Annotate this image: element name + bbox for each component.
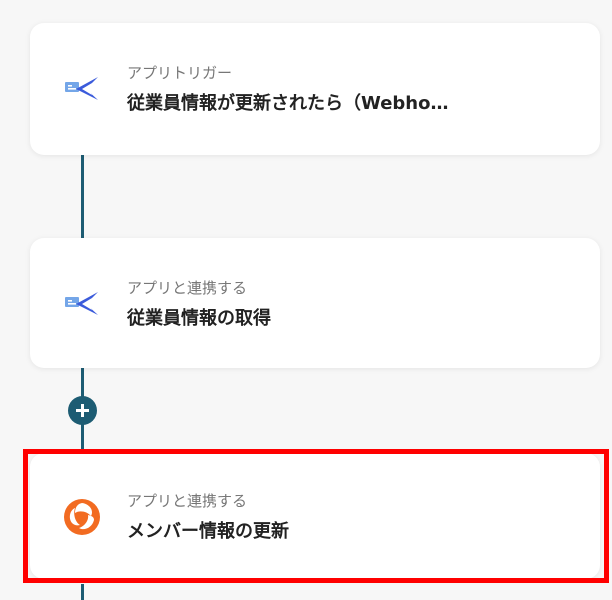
hr-app-icon — [62, 68, 102, 108]
orange-app-icon — [62, 497, 102, 537]
step-title: 従業員情報が更新されたら（Webho… — [127, 93, 449, 114]
step-title: メンバー情報の更新 — [127, 521, 289, 542]
flow-step-action-update-member[interactable]: アプリと連携する メンバー情報の更新 — [30, 453, 600, 579]
connector-line — [81, 584, 84, 600]
step-type-label: アプリと連携する — [127, 492, 248, 510]
hr-app-icon — [62, 283, 102, 323]
step-type-label: アプリトリガー — [127, 64, 233, 82]
flow-step-trigger[interactable]: アプリトリガー 従業員情報が更新されたら（Webho… — [30, 23, 600, 155]
step-type-label: アプリと連携する — [127, 279, 248, 297]
plus-icon — [76, 404, 89, 417]
add-step-button[interactable] — [68, 396, 97, 425]
flow-step-action-get-employee[interactable]: アプリと連携する 従業員情報の取得 — [30, 238, 600, 368]
flow-canvas: アプリトリガー 従業員情報が更新されたら（Webho… アプリと連携する 従業員… — [0, 0, 612, 600]
step-title: 従業員情報の取得 — [127, 308, 271, 329]
connector-line — [81, 155, 84, 240]
